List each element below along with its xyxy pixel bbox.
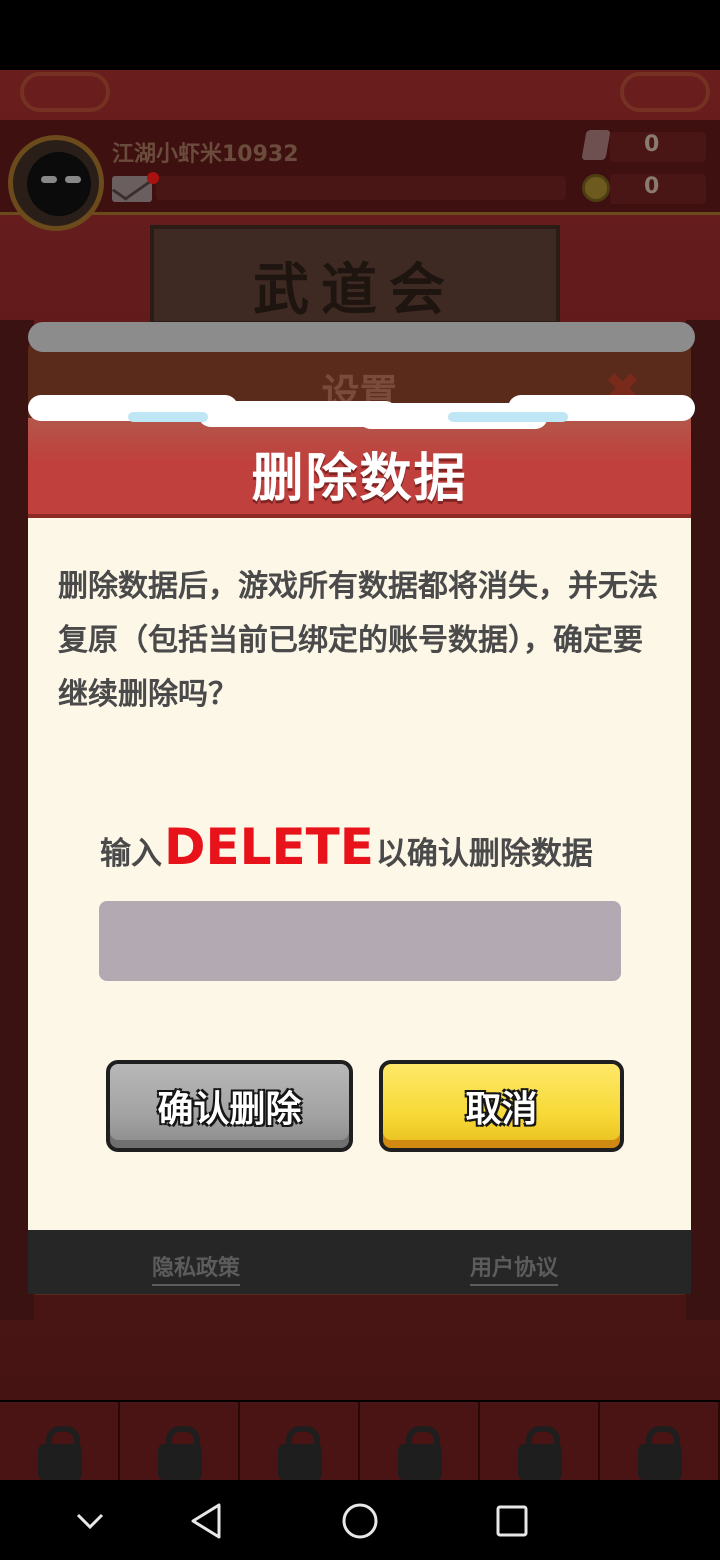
delete-confirm-input[interactable] bbox=[99, 901, 621, 981]
experience-bar bbox=[156, 176, 566, 200]
pillar bbox=[686, 320, 720, 1320]
snow-decoration bbox=[28, 395, 695, 429]
back-icon[interactable] bbox=[181, 1496, 231, 1546]
status-bar bbox=[0, 0, 720, 70]
confirm-keyword: DELETE bbox=[164, 818, 374, 876]
home-icon[interactable] bbox=[335, 1496, 385, 1546]
coin-count: 0 bbox=[644, 174, 660, 199]
recent-apps-icon[interactable] bbox=[487, 1496, 537, 1546]
lock-icon bbox=[158, 1426, 202, 1480]
lock-icon bbox=[518, 1426, 562, 1480]
lock-icon bbox=[398, 1426, 442, 1480]
gem-count: 0 bbox=[644, 132, 660, 157]
confirm-instruction: 输入DELETE以确认删除数据 bbox=[100, 818, 660, 888]
coin-icon bbox=[582, 174, 610, 202]
cloud-decoration bbox=[20, 72, 110, 112]
app-root: 江湖小虾米10932 0 0 武道会 设置 ✖ 隐私政策 用户协议 删除数据 删… bbox=[0, 0, 720, 1560]
lock-icon bbox=[638, 1426, 682, 1480]
building-title: 武道会 bbox=[253, 257, 457, 323]
lock-icon bbox=[278, 1426, 322, 1480]
ninja-head-icon bbox=[27, 152, 91, 216]
gem-counter[interactable]: 0 bbox=[580, 130, 708, 164]
user-agreement-link[interactable]: 用户协议 bbox=[470, 1250, 559, 1286]
cloud-decoration bbox=[620, 72, 710, 112]
dialog-title: 删除数据 bbox=[251, 449, 468, 509]
chevron-down-icon[interactable] bbox=[65, 1496, 115, 1546]
settings-links-bar bbox=[28, 1230, 691, 1294]
player-name: 江湖小虾米10932 bbox=[112, 142, 299, 167]
mail-icon[interactable] bbox=[112, 176, 152, 202]
lock-icon bbox=[38, 1426, 82, 1480]
confirm-delete-button[interactable]: 确认删除 bbox=[106, 1060, 353, 1152]
coin-counter[interactable]: 0 bbox=[580, 172, 708, 206]
confirm-suffix: 以确认删除数据 bbox=[375, 836, 593, 872]
notification-dot bbox=[147, 172, 159, 184]
settings-snow-decoration bbox=[28, 322, 695, 352]
warning-message: 删除数据后，游戏所有数据都将消失，并无法复原（包括当前已绑定的账号数据），确定要… bbox=[58, 569, 658, 712]
cancel-button[interactable]: 取消 bbox=[379, 1060, 624, 1152]
avatar[interactable] bbox=[8, 135, 104, 231]
eye-icon bbox=[65, 176, 81, 183]
eye-icon bbox=[41, 176, 57, 183]
confirm-prefix: 输入 bbox=[100, 836, 162, 872]
gem-icon bbox=[581, 130, 611, 160]
privacy-policy-link[interactable]: 隐私政策 bbox=[152, 1250, 241, 1286]
